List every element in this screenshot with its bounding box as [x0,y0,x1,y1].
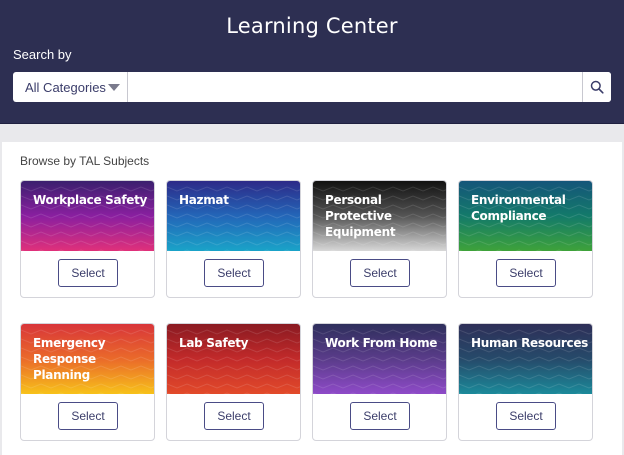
select-button[interactable]: Select [204,402,264,430]
select-button[interactable]: Select [496,259,556,287]
subject-card: Human Resources Select [458,323,593,441]
card-title: Work From Home [325,336,438,350]
page-title: Learning Center [226,14,398,38]
search-icon [590,80,604,94]
subject-card: Work From Home Select [312,323,447,441]
subject-card: Lab Safety Select [166,323,301,441]
header: Learning Center Search by All Categories [0,0,624,124]
subject-card: Workplace Safety Select [20,180,155,298]
subject-card: Personal Protective Equipment Select [312,180,447,298]
category-select[interactable]: All Categories [13,72,128,102]
card-title: Personal Protective Equipment [325,193,396,239]
card-title: Emergency Response Planning [33,336,106,382]
search-input[interactable] [128,72,582,102]
search-by-label: Search by [13,47,72,62]
search-bar: All Categories [13,72,611,102]
category-select-value: All Categories [25,79,106,95]
search-button[interactable] [582,72,611,102]
select-button[interactable]: Select [350,402,410,430]
subject-card: Hazmat Select [166,180,301,298]
select-button[interactable]: Select [204,259,264,287]
subject-card: Emergency Response Planning Select [20,323,155,441]
card-title: Lab Safety [179,336,249,350]
select-button[interactable]: Select [58,402,118,430]
chevron-down-icon [108,84,120,91]
subject-card: Environmental Compliance Select [458,180,593,298]
select-button[interactable]: Select [350,259,410,287]
card-title: Hazmat [179,193,229,207]
select-button[interactable]: Select [496,402,556,430]
card-title: Environmental Compliance [471,193,566,223]
card-title: Human Resources [471,336,589,350]
section-label: Browse by TAL Subjects [20,154,150,168]
select-button[interactable]: Select [58,259,118,287]
card-title: Workplace Safety [33,193,148,207]
